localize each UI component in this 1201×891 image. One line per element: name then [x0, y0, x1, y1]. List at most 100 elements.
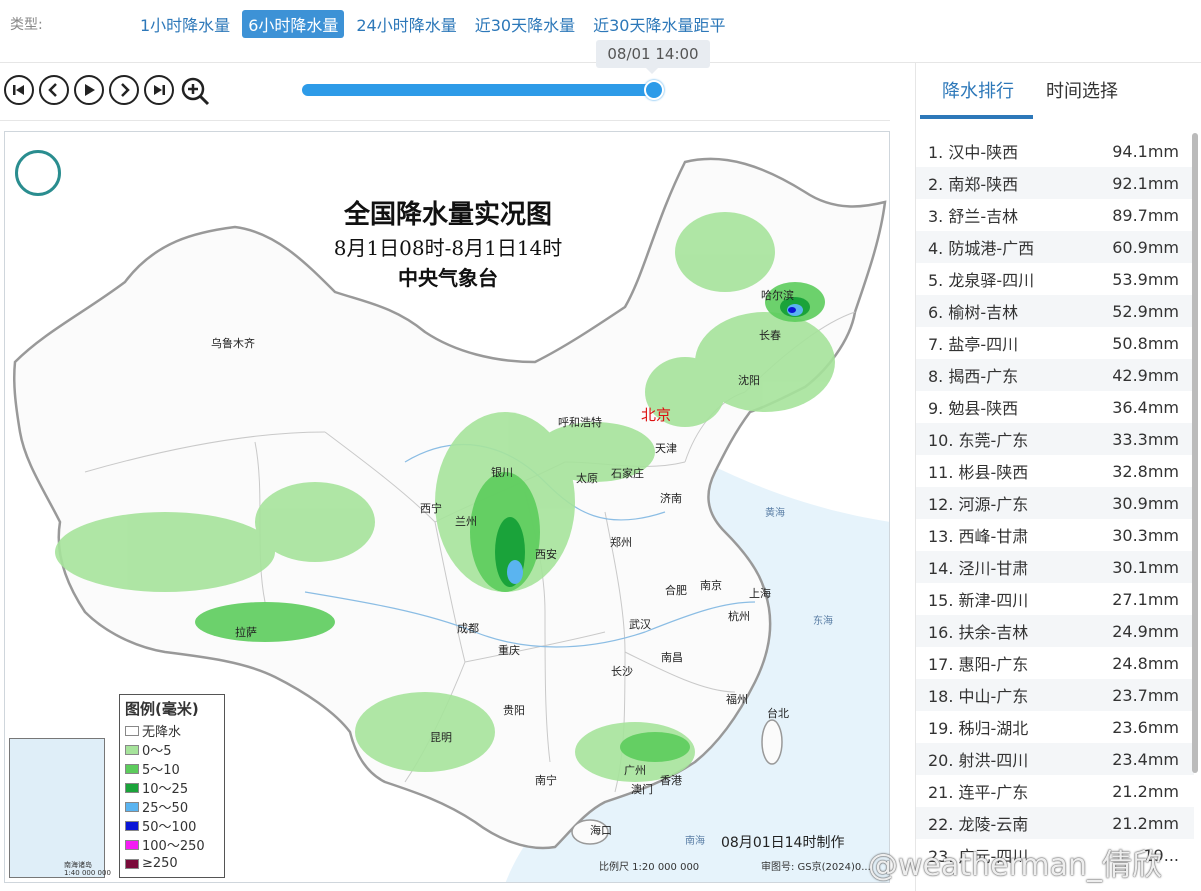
ranking-row[interactable]: 19. 秭归-湖北 23.6mm: [916, 711, 1194, 743]
map-period: 8月1日08时-8月1日14时: [333, 236, 563, 260]
ranking-row[interactable]: 15. 新津-四川 27.1mm: [916, 583, 1194, 615]
watermark: @weatherman_倩欣: [868, 848, 1163, 883]
legend-label: 100～250: [142, 839, 205, 854]
city-label: 武汉: [629, 618, 651, 631]
ranking-row[interactable]: 21. 连平-广东 21.2mm: [916, 775, 1194, 807]
type-option[interactable]: 1小时降水量: [134, 10, 236, 38]
next-button[interactable]: [109, 75, 139, 105]
skip-start-icon: [13, 85, 24, 95]
type-option[interactable]: 24小时降水量: [350, 10, 462, 38]
playback-controls: [4, 75, 211, 107]
ranking-station: 5. 龙泉驿-四川: [928, 271, 1035, 290]
prev-button[interactable]: [39, 75, 69, 105]
city-label: 海口: [590, 824, 612, 837]
city-label: 乌鲁木齐: [211, 337, 255, 350]
city-label: 长沙: [611, 665, 633, 678]
ranking-row[interactable]: 6. 榆树-吉林 52.9mm: [916, 295, 1194, 327]
city-label: 沈阳: [738, 374, 760, 387]
type-option[interactable]: 近30天降水量距平: [587, 10, 731, 38]
ranking-station: 19. 秭归-湖北: [928, 719, 1029, 738]
legend-swatch: [125, 763, 139, 774]
ranking-station: 16. 扶余-吉林: [928, 623, 1029, 642]
inset-label: 南海诸岛 1:40 000 000: [64, 861, 111, 877]
legend-item: 100～250: [125, 835, 219, 854]
ranking-station: 3. 舒兰-吉林: [928, 207, 1019, 226]
cma-logo: [15, 150, 61, 196]
ranking-row[interactable]: 10. 东莞-广东 33.3mm: [916, 423, 1194, 455]
legend-swatch: [125, 820, 139, 831]
play-button[interactable]: [74, 75, 104, 105]
ranking-row[interactable]: 11. 彬县-陕西 32.8mm: [916, 455, 1194, 487]
ranking-row[interactable]: 16. 扶余-吉林 24.9mm: [916, 615, 1194, 647]
ranking-scrollbar[interactable]: [1192, 133, 1198, 773]
legend-item: ≥250: [125, 854, 219, 873]
ranking-row[interactable]: 8. 揭西-广东 42.9mm: [916, 359, 1194, 391]
timeline-knob[interactable]: [644, 80, 664, 100]
city-label: 兰州: [455, 515, 477, 528]
ranking-station: 18. 中山-广东: [928, 687, 1029, 706]
city-label: 南昌: [661, 651, 683, 664]
ranking-row[interactable]: 14. 泾川-甘肃 30.1mm: [916, 551, 1194, 583]
ranking-row[interactable]: 3. 舒兰-吉林 89.7mm: [916, 199, 1194, 231]
legend-swatch: [125, 839, 139, 850]
ranking-station: 12. 河源-广东: [928, 495, 1029, 514]
legend-swatch: [125, 744, 139, 755]
timeline-slider[interactable]: [302, 80, 664, 100]
ranking-station: 6. 榆树-吉林: [928, 303, 1019, 322]
type-option[interactable]: 6小时降水量: [242, 10, 345, 38]
prev-icon: [48, 83, 57, 97]
ranking-value: 30.3mm: [1112, 525, 1179, 545]
ranking-station: 7. 盐亭-四川: [928, 335, 1019, 354]
ranking-row[interactable]: 4. 防城港-广西 60.9mm: [916, 231, 1194, 263]
ranking-row[interactable]: 18. 中山-广东 23.7mm: [916, 679, 1194, 711]
ranking-station: 2. 南郑-陕西: [928, 175, 1019, 194]
ranking-row[interactable]: 1. 汉中-陕西 94.1mm: [916, 135, 1194, 167]
ranking-row[interactable]: 5. 龙泉驿-四川 53.9mm: [916, 263, 1194, 295]
ranking-row[interactable]: 2. 南郑-陕西 92.1mm: [916, 167, 1194, 199]
legend-item: 50～100: [125, 816, 219, 835]
legend-item: 10～25: [125, 778, 219, 797]
city-label: 上海: [749, 587, 771, 600]
ranking-value: 23.6mm: [1112, 717, 1179, 737]
ranking-station: 4. 防城港-广西: [928, 239, 1035, 258]
legend-item: 无降水: [125, 721, 219, 740]
ranking-row[interactable]: 17. 惠阳-广东 24.8mm: [916, 647, 1194, 679]
review-code: 审图号: GS京(2024)0...: [761, 862, 871, 873]
city-label: 哈尔滨: [761, 289, 794, 302]
ranking-value: 24.9mm: [1112, 621, 1179, 641]
city-label: 香港: [660, 774, 682, 787]
panel-tabs: 降水排行 时间选择: [916, 63, 1201, 121]
rain-severe: [788, 307, 796, 313]
zoom-in-button[interactable]: [179, 75, 211, 107]
legend: 图例(毫米) 无降水 0～5 5～10 10～25 25～50 50～100 100～250…: [119, 694, 225, 878]
ranking-row[interactable]: 13. 西峰-甘肃 30.3mm: [916, 519, 1194, 551]
skip-start-button[interactable]: [4, 75, 34, 105]
ranking-station: 13. 西峰-甘肃: [928, 527, 1029, 546]
ranking-value: 50.8mm: [1112, 333, 1179, 353]
city-label: 拉萨: [235, 626, 257, 639]
city-label: 郑州: [610, 536, 632, 549]
city-label: 天津: [655, 442, 677, 455]
ranking-value: 32.8mm: [1112, 461, 1179, 481]
divider: [0, 120, 890, 121]
type-option[interactable]: 近30天降水量: [469, 10, 581, 38]
ranking-value: 53.9mm: [1112, 269, 1179, 289]
legend-title: 图例(毫米): [125, 700, 199, 718]
ranking-row[interactable]: 12. 河源-广东 30.9mm: [916, 487, 1194, 519]
ranking-list: 1. 汉中-陕西 94.1mm 2. 南郑-陕西 92.1mm 3. 舒兰-吉林 89.7…: [916, 135, 1194, 871]
ranking-value: 30.1mm: [1112, 557, 1179, 577]
ranking-row[interactable]: 7. 盐亭-四川 50.8mm: [916, 327, 1194, 359]
skip-end-button[interactable]: [144, 75, 174, 105]
ranking-station: 17. 惠阳-广东: [928, 655, 1029, 674]
ranking-value: 89.7mm: [1112, 205, 1179, 225]
ranking-row[interactable]: 22. 龙陵-云南 21.2mm: [916, 807, 1194, 839]
city-label: 银川: [491, 466, 513, 479]
ranking-row[interactable]: 20. 射洪-四川 23.4mm: [916, 743, 1194, 775]
time-tooltip: 08/01 14:00: [596, 40, 710, 74]
tab-time-select[interactable]: 时间选择: [1046, 77, 1118, 103]
city-label: 呼和浩特: [558, 416, 602, 429]
city-label: 石家庄: [611, 467, 644, 480]
legend-label: 无降水: [142, 725, 182, 740]
ranking-row[interactable]: 9. 勉县-陕西 36.4mm: [916, 391, 1194, 423]
tab-ranking[interactable]: 降水排行: [942, 77, 1014, 103]
